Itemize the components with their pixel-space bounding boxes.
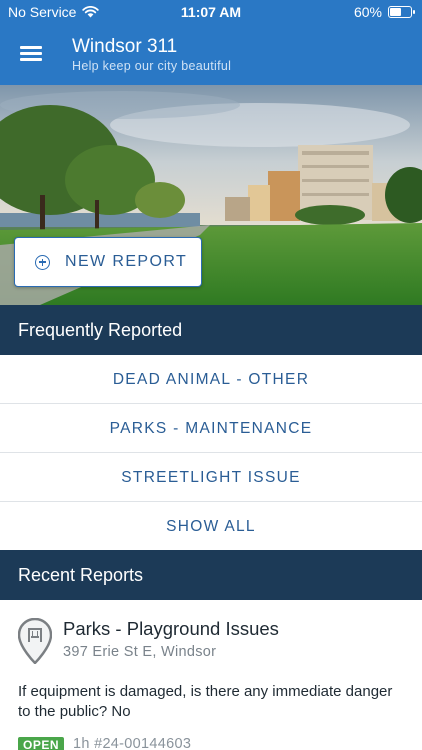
app-header: Windsor 311 Help keep our city beautiful: [0, 24, 422, 85]
battery-percent: 60%: [353, 4, 382, 20]
status-bar: No Service 11:07 AM 60%: [0, 0, 422, 24]
freq-item-dead-animal[interactable]: DEAD ANIMAL - OTHER: [0, 355, 422, 404]
report-card[interactable]: Parks - Playground Issues 397 Erie St E,…: [0, 600, 422, 750]
status-badge: OPEN: [18, 737, 65, 750]
report-address: 397 Erie St E, Windsor: [63, 644, 217, 660]
battery-fill: [390, 8, 401, 16]
report-description: If equipment is damaged, is there any im…: [18, 683, 393, 720]
hero-image: NEW REPORT: [0, 85, 422, 305]
frequently-reported-heading: Frequently Reported: [0, 305, 422, 355]
plus-circle-icon: [35, 254, 50, 270]
new-report-label: NEW REPORT: [65, 253, 188, 270]
freq-item-streetlight[interactable]: STREETLIGHT ISSUE: [0, 453, 422, 502]
app-title: Windsor 311: [72, 36, 178, 57]
status-right: 60%: [353, 4, 415, 20]
hamburger-menu-icon[interactable]: [20, 44, 44, 64]
new-report-button[interactable]: NEW REPORT: [14, 237, 202, 287]
report-title: Parks - Playground Issues: [63, 618, 279, 639]
battery-icon: [388, 6, 415, 18]
freq-item-parks-maintenance[interactable]: PARKS - MAINTENANCE: [0, 404, 422, 453]
app-subtitle: Help keep our city beautiful: [72, 59, 232, 73]
report-number: #24-00144603: [94, 736, 192, 750]
recent-reports-heading: Recent Reports: [0, 550, 422, 600]
report-meta: 1h #24-00144603: [73, 736, 191, 750]
show-all-button[interactable]: SHOW ALL: [0, 502, 422, 551]
report-age: 1h: [73, 736, 90, 750]
map-pin-playground-icon: [18, 618, 52, 664]
